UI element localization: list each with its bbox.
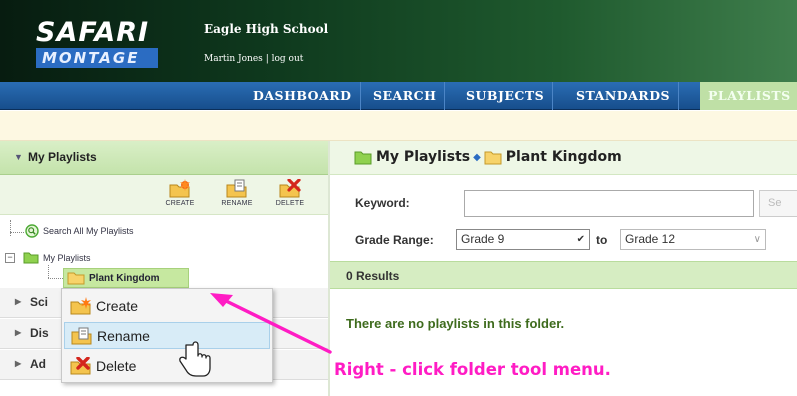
yellow-folder-icon (484, 151, 502, 164)
expand-arrow-icon: ▶ (15, 359, 22, 368)
section-label: Dis (30, 326, 49, 340)
logo-top-text: SAFARI (36, 17, 150, 48)
green-folder-icon (23, 252, 39, 264)
search-icon (25, 224, 39, 238)
tab-playlists[interactable]: PLAYLISTS (700, 82, 797, 110)
expand-arrow-icon: ▶ (15, 328, 22, 337)
sidebar-header[interactable]: ▼ My Playlists (0, 141, 328, 175)
tab-standards[interactable]: STANDARDS (568, 82, 680, 110)
breadcrumb: My Playlists ◆ Plant Kingdom (330, 141, 797, 175)
plant-kingdom-folder[interactable]: Plant Kingdom (63, 268, 189, 288)
breadcrumb-separator-icon: ◆ (473, 151, 481, 163)
tab-search[interactable]: SEARCH (365, 82, 446, 110)
delete-folder-icon (279, 179, 301, 198)
to-label: to (596, 233, 608, 247)
chevron-down-icon: ✔ (576, 234, 585, 245)
breadcrumb-current: Plant Kingdom (505, 149, 622, 165)
yellow-folder-icon (67, 272, 85, 285)
context-delete-item[interactable]: Delete (64, 352, 270, 379)
breadcrumb-root[interactable]: My Playlists (376, 149, 470, 165)
tab-dashboard[interactable]: DASHBOARD (245, 82, 361, 110)
my-playlists-folder[interactable]: My Playlists (23, 251, 91, 264)
green-folder-icon (354, 151, 372, 164)
keyword-input[interactable] (464, 190, 754, 217)
tree-connector (10, 232, 24, 233)
tree-collapse-toggle[interactable]: − (5, 253, 15, 263)
collapse-arrow-icon[interactable]: ▼ (14, 152, 23, 162)
results-bar: 0 Results (330, 261, 797, 289)
folder-context-menu: Create Rename Delete (61, 288, 273, 383)
delete-folder-icon (70, 356, 91, 374)
rename-label: RENAME (221, 200, 253, 207)
create-label: CREATE (165, 200, 195, 207)
user-separator: | (265, 54, 269, 64)
main-nav: DASHBOARD SEARCH SUBJECTS STANDARDS PLAY… (0, 82, 797, 110)
rename-item-label: Rename (97, 327, 150, 344)
delete-item-label: Delete (96, 357, 137, 374)
tab-subjects[interactable]: SUBJECTS (458, 82, 554, 110)
delete-label: DELETE (275, 200, 305, 207)
results-count: 0 Results (346, 269, 400, 283)
user-name: Martin Jones (204, 54, 263, 64)
notice-strip (0, 111, 797, 141)
grade-to-select[interactable]: Grade 12 ∨ (620, 229, 766, 250)
context-rename-item[interactable]: Rename (64, 322, 270, 349)
rename-folder-button[interactable]: RENAME (215, 179, 259, 207)
logout-link[interactable]: log out (272, 54, 304, 64)
folder-toolbar: CREATE RENAME DELETE (0, 175, 328, 215)
rename-folder-icon (71, 327, 92, 344)
chevron-down-icon: ∨ (753, 234, 761, 245)
tree-connector (48, 278, 63, 279)
create-folder-icon (70, 296, 91, 314)
my-playlists-label: My Playlists (43, 252, 91, 263)
rename-folder-icon (226, 179, 247, 198)
section-label: Ad (30, 357, 46, 371)
keyword-label: Keyword: (355, 196, 410, 210)
tree-connector (10, 220, 11, 236)
grade-from-value: Grade 9 (461, 232, 505, 246)
create-item-label: Create (96, 297, 139, 314)
grade-range-label: Grade Range: (355, 233, 434, 247)
annotation-text: Right - click folder tool menu. (334, 360, 611, 379)
search-button[interactable]: Se (759, 190, 797, 217)
section-label: Sci (30, 295, 49, 309)
sidebar-title: My Playlists (28, 150, 97, 164)
tree-connector (48, 265, 49, 278)
plant-kingdom-label: Plant Kingdom (89, 272, 160, 284)
search-all-playlists-item[interactable]: Search All My Playlists (25, 224, 134, 238)
context-create-item[interactable]: Create (64, 292, 270, 319)
empty-folder-message: There are no playlists in this folder. (346, 316, 565, 331)
grade-from-select[interactable]: Grade 9 ✔ (456, 229, 590, 250)
app-header: SAFARI MONTAGE Eagle High School Martin … (0, 0, 797, 82)
expand-arrow-icon: ▶ (15, 297, 22, 306)
grade-to-value: Grade 12 (625, 232, 676, 246)
user-info: Martin Jones | log out (204, 54, 303, 64)
create-folder-button[interactable]: CREATE (158, 179, 202, 207)
logo-bottom-text: MONTAGE (36, 48, 158, 68)
create-folder-icon (169, 179, 190, 198)
school-name: Eagle High School (204, 22, 329, 36)
delete-folder-button[interactable]: DELETE (268, 179, 312, 207)
safari-montage-logo[interactable]: SAFARI MONTAGE (36, 17, 166, 68)
search-all-label: Search All My Playlists (43, 226, 134, 236)
